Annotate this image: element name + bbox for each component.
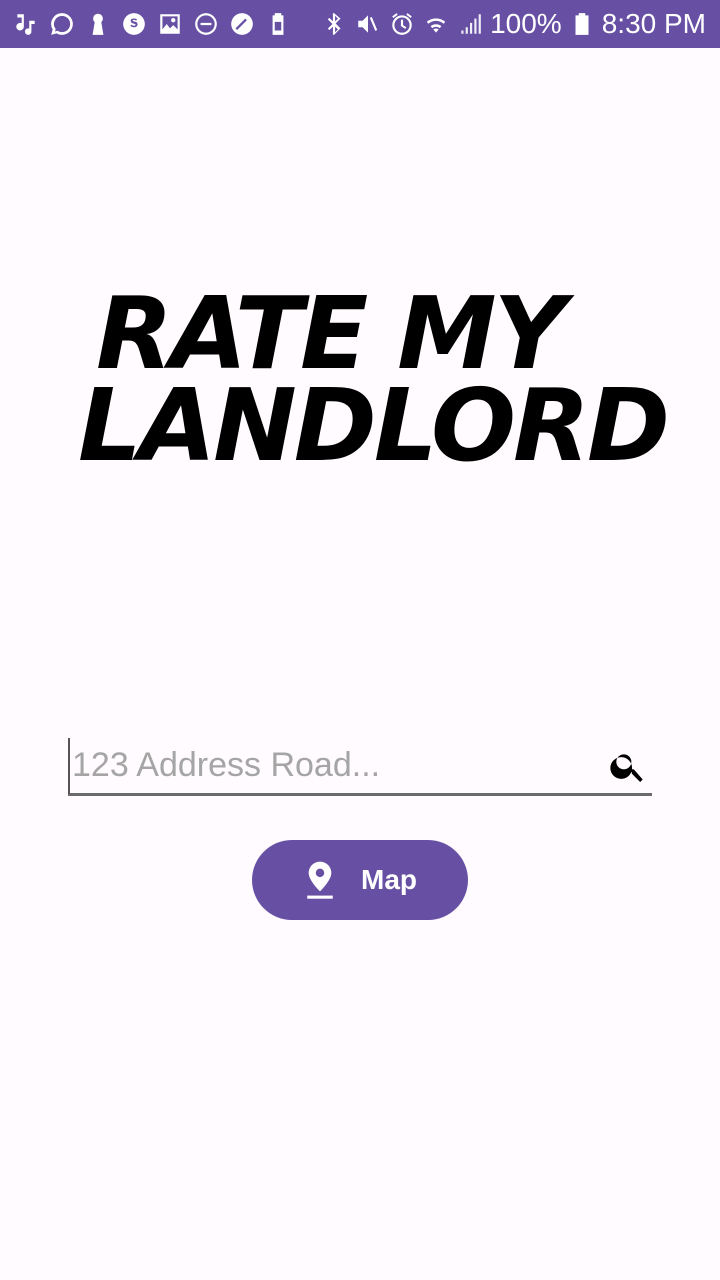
system-status: 100% 8:30 PM — [320, 8, 706, 40]
battery-percent: 100% — [490, 8, 562, 39]
wifi-icon — [422, 10, 450, 38]
speedometer-icon — [228, 10, 256, 38]
clock: 8:30 PM — [601, 8, 706, 39]
search-icon[interactable] — [604, 742, 652, 790]
skype-icon — [120, 10, 148, 38]
app-title-line-2: LANDLORD — [78, 367, 670, 484]
map-button-label: Map — [361, 864, 417, 895]
battery-icon — [568, 10, 596, 38]
map-button[interactable]: Map — [252, 840, 468, 920]
address-search-input[interactable] — [68, 737, 604, 794]
gallery-icon — [156, 10, 184, 38]
do-not-disturb-icon — [192, 10, 220, 38]
mute-icon — [354, 10, 382, 38]
location-pin-icon — [303, 860, 337, 900]
keyhole-icon — [84, 10, 112, 38]
music-note-icon — [12, 10, 40, 38]
bluetooth-icon — [320, 10, 348, 38]
signal-messenger-icon — [48, 10, 76, 38]
cell-signal-icon — [456, 10, 484, 38]
alarm-icon — [388, 10, 416, 38]
notification-icons — [12, 10, 292, 38]
address-search-bar — [68, 737, 652, 796]
battery-saver-icon — [264, 10, 292, 38]
app-title: RATE MY LANDLORD — [0, 284, 720, 484]
status-bar: 100% 8:30 PM — [0, 0, 720, 48]
